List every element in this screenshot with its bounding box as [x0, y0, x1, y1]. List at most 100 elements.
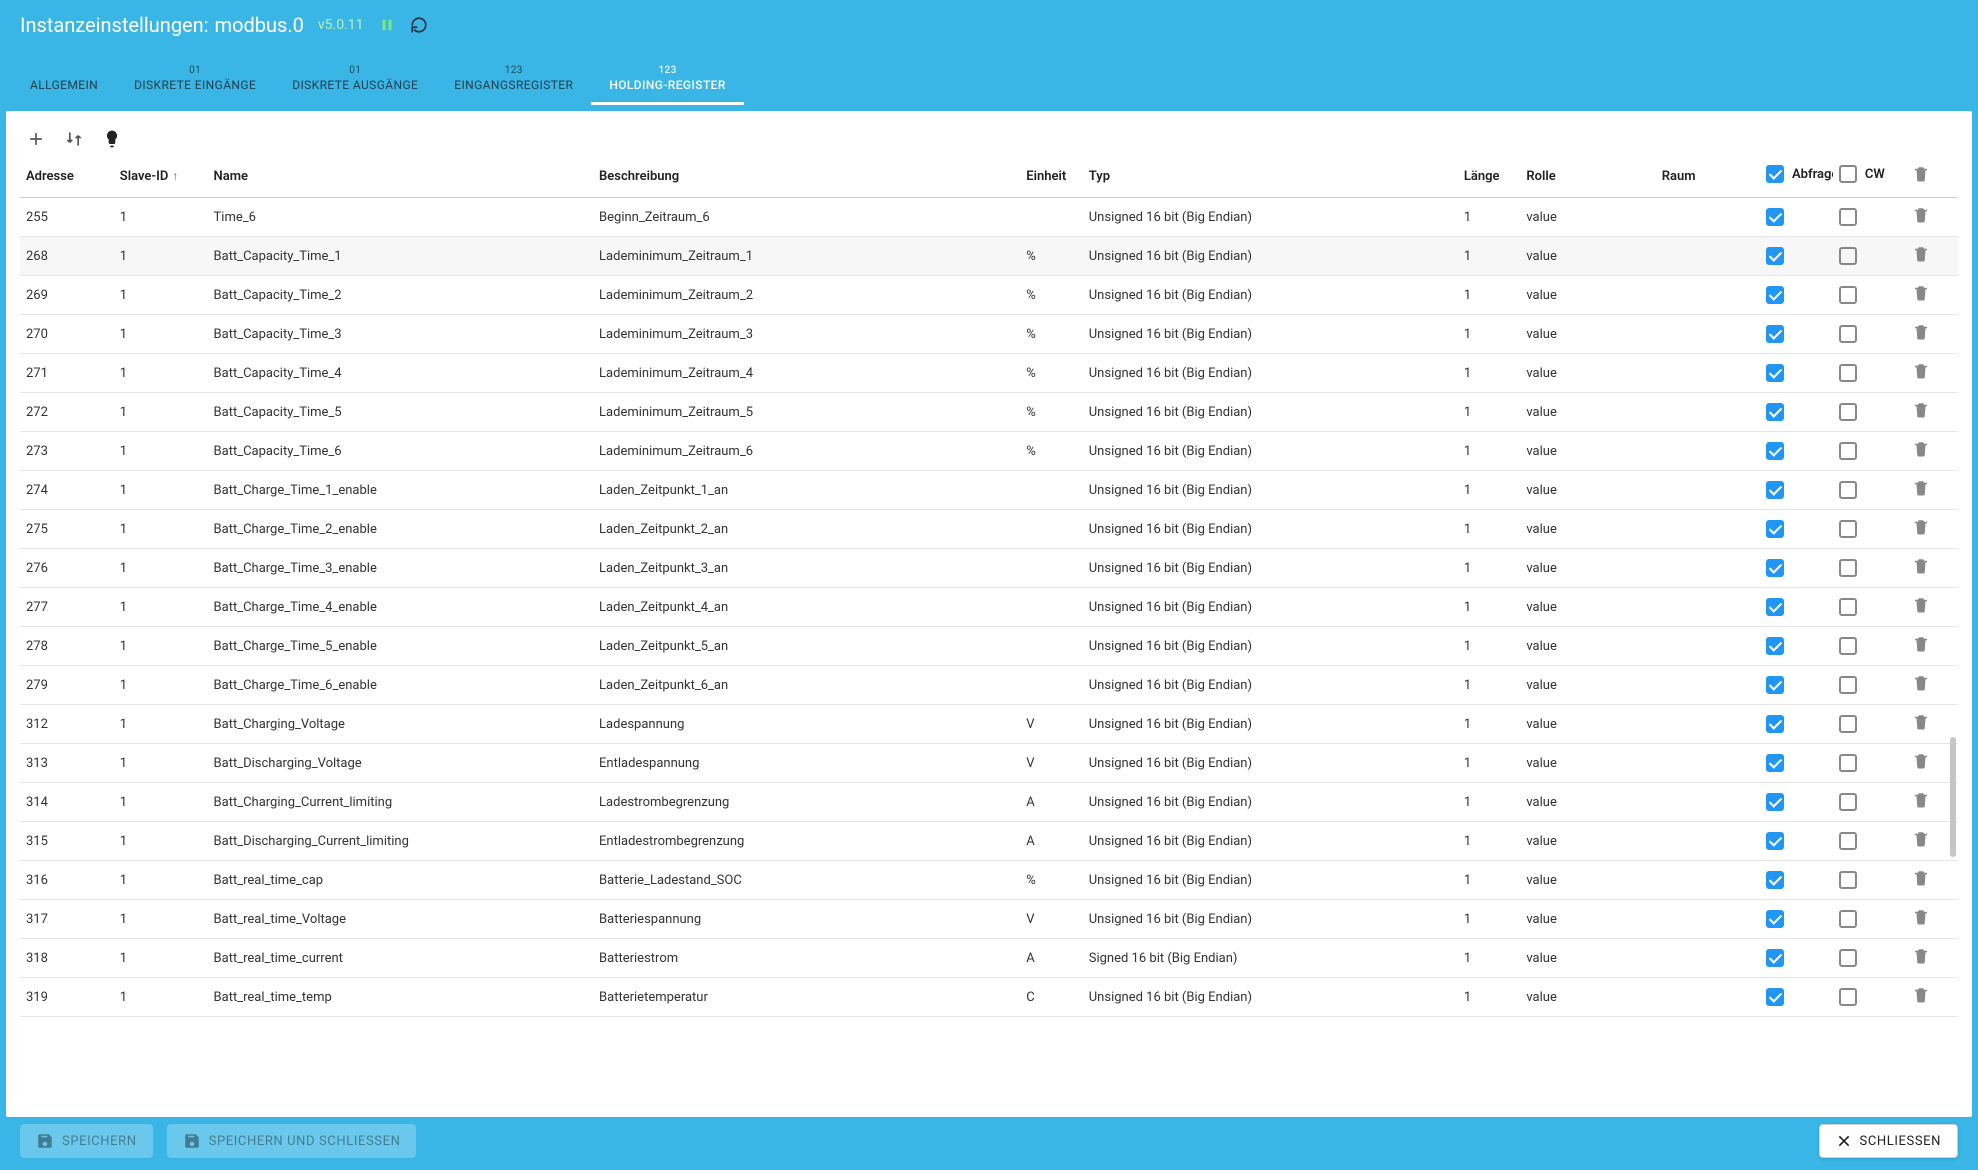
cell-laenge[interactable]: 1: [1458, 510, 1521, 549]
cell-typ[interactable]: Unsigned 16 bit (Big Endian): [1083, 432, 1458, 471]
cell-raum[interactable]: [1656, 354, 1760, 393]
cell-slave[interactable]: 1: [114, 666, 208, 705]
cell-typ[interactable]: Unsigned 16 bit (Big Endian): [1083, 666, 1458, 705]
cell-raum[interactable]: [1656, 900, 1760, 939]
cell-laenge[interactable]: 1: [1458, 471, 1521, 510]
abfrage-checkbox[interactable]: [1766, 832, 1784, 850]
cell-typ[interactable]: Unsigned 16 bit (Big Endian): [1083, 705, 1458, 744]
cell-beschreibung[interactable]: Laden_Zeitpunkt_6_an: [593, 666, 1020, 705]
cell-slave[interactable]: 1: [114, 627, 208, 666]
cell-slave[interactable]: 1: [114, 705, 208, 744]
trash-icon[interactable]: [1912, 908, 1930, 926]
cell-raum[interactable]: [1656, 471, 1760, 510]
cell-laenge[interactable]: 1: [1458, 393, 1521, 432]
col-cw[interactable]: CW: [1833, 157, 1906, 198]
cw-checkbox[interactable]: [1839, 442, 1857, 460]
cell-adresse[interactable]: 312: [20, 705, 114, 744]
trash-icon[interactable]: [1912, 830, 1930, 848]
cell-einheit[interactable]: %: [1020, 861, 1083, 900]
cell-laenge[interactable]: 1: [1458, 861, 1521, 900]
cell-beschreibung[interactable]: Lademinimum_Zeitraum_3: [593, 315, 1020, 354]
cell-laenge[interactable]: 1: [1458, 705, 1521, 744]
cell-adresse[interactable]: 276: [20, 549, 114, 588]
cell-einheit[interactable]: [1020, 588, 1083, 627]
cell-adresse[interactable]: 319: [20, 978, 114, 1017]
cell-raum[interactable]: [1656, 393, 1760, 432]
cell-beschreibung[interactable]: Lademinimum_Zeitraum_1: [593, 237, 1020, 276]
cell-beschreibung[interactable]: Entladespannung: [593, 744, 1020, 783]
cell-name[interactable]: Batt_real_time_Voltage: [208, 900, 594, 939]
cw-checkbox[interactable]: [1839, 715, 1857, 733]
cell-name[interactable]: Batt_real_time_cap: [208, 861, 594, 900]
table-row[interactable]: 2701Batt_Capacity_Time_3Lademinimum_Zeit…: [20, 315, 1958, 354]
trash-icon[interactable]: [1912, 557, 1930, 575]
cell-adresse[interactable]: 268: [20, 237, 114, 276]
cw-checkbox[interactable]: [1839, 871, 1857, 889]
cell-slave[interactable]: 1: [114, 744, 208, 783]
cell-raum[interactable]: [1656, 666, 1760, 705]
table-row[interactable]: 3191Batt_real_time_tempBatterietemperatu…: [20, 978, 1958, 1017]
scrollbar-thumb[interactable]: [1950, 737, 1956, 857]
cell-rolle[interactable]: value: [1520, 822, 1655, 861]
cell-rolle[interactable]: value: [1520, 939, 1655, 978]
table-row[interactable]: 3181Batt_real_time_currentBatteriestromA…: [20, 939, 1958, 978]
cell-typ[interactable]: Unsigned 16 bit (Big Endian): [1083, 354, 1458, 393]
abfrage-checkbox[interactable]: [1766, 559, 1784, 577]
table-row[interactable]: 2551Time_6Beginn_Zeitraum_6Unsigned 16 b…: [20, 198, 1958, 237]
cell-slave[interactable]: 1: [114, 354, 208, 393]
table-row[interactable]: 3121Batt_Charging_VoltageLadespannungVUn…: [20, 705, 1958, 744]
cell-slave[interactable]: 1: [114, 783, 208, 822]
cell-beschreibung[interactable]: Ladestrombegrenzung: [593, 783, 1020, 822]
cw-checkbox[interactable]: [1839, 910, 1857, 928]
cw-checkbox[interactable]: [1839, 637, 1857, 655]
cell-rolle[interactable]: value: [1520, 510, 1655, 549]
abfrage-checkbox[interactable]: [1766, 325, 1784, 343]
cell-adresse[interactable]: 277: [20, 588, 114, 627]
cell-raum[interactable]: [1656, 744, 1760, 783]
cell-typ[interactable]: Unsigned 16 bit (Big Endian): [1083, 198, 1458, 237]
cell-adresse[interactable]: 274: [20, 471, 114, 510]
table-row[interactable]: 3161Batt_real_time_capBatterie_Ladestand…: [20, 861, 1958, 900]
tab-1[interactable]: 01DISKRETE EINGÄNGE: [116, 57, 274, 105]
cw-checkbox[interactable]: [1839, 325, 1857, 343]
cell-laenge[interactable]: 1: [1458, 666, 1521, 705]
cell-beschreibung[interactable]: Lademinimum_Zeitraum_2: [593, 276, 1020, 315]
trash-icon[interactable]: [1912, 752, 1930, 770]
abfrage-checkbox[interactable]: [1766, 949, 1784, 967]
cell-slave[interactable]: 1: [114, 198, 208, 237]
cell-rolle[interactable]: value: [1520, 744, 1655, 783]
cell-laenge[interactable]: 1: [1458, 783, 1521, 822]
cell-beschreibung[interactable]: Lademinimum_Zeitraum_4: [593, 354, 1020, 393]
table-row[interactable]: 3131Batt_Discharging_VoltageEntladespann…: [20, 744, 1958, 783]
col-name[interactable]: Name: [208, 157, 594, 198]
add-icon[interactable]: [26, 129, 46, 149]
trash-icon[interactable]: [1912, 986, 1930, 1004]
cell-beschreibung[interactable]: Batterietemperatur: [593, 978, 1020, 1017]
trash-icon[interactable]: [1912, 791, 1930, 809]
abfrage-checkbox[interactable]: [1766, 403, 1784, 421]
cell-raum[interactable]: [1656, 939, 1760, 978]
cell-typ[interactable]: Unsigned 16 bit (Big Endian): [1083, 510, 1458, 549]
cell-beschreibung[interactable]: Batterie_Ladestand_SOC: [593, 861, 1020, 900]
trash-icon[interactable]: [1912, 713, 1930, 731]
abfrage-checkbox[interactable]: [1766, 481, 1784, 499]
abfrage-checkbox[interactable]: [1766, 637, 1784, 655]
trash-icon[interactable]: [1912, 947, 1930, 965]
cell-laenge[interactable]: 1: [1458, 276, 1521, 315]
cell-einheit[interactable]: [1020, 666, 1083, 705]
cell-beschreibung[interactable]: Laden_Zeitpunkt_5_an: [593, 627, 1020, 666]
cw-checkbox[interactable]: [1839, 793, 1857, 811]
cell-laenge[interactable]: 1: [1458, 588, 1521, 627]
col-laenge[interactable]: Länge: [1458, 157, 1521, 198]
cell-raum[interactable]: [1656, 237, 1760, 276]
cw-checkbox[interactable]: [1839, 481, 1857, 499]
cw-checkbox[interactable]: [1839, 208, 1857, 226]
trash-icon[interactable]: [1912, 518, 1930, 536]
col-adresse[interactable]: Adresse: [20, 157, 114, 198]
cell-raum[interactable]: [1656, 276, 1760, 315]
cell-laenge[interactable]: 1: [1458, 315, 1521, 354]
cell-einheit[interactable]: V: [1020, 705, 1083, 744]
abfrage-checkbox[interactable]: [1766, 910, 1784, 928]
cell-einheit[interactable]: A: [1020, 783, 1083, 822]
cell-adresse[interactable]: 315: [20, 822, 114, 861]
